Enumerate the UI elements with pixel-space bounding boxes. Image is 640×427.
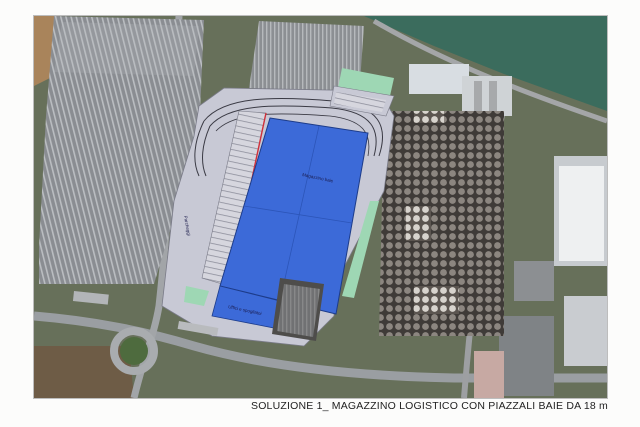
map-sheet: Magazzino baie Uffici e spogliatoi Parch… [0,0,640,427]
aerial-map[interactable]: Magazzino baie Uffici e spogliatoi Parch… [33,15,608,399]
map-caption: SOLUZIONE 1_ MAGAZZINO LOGISTICO CON PIA… [250,400,608,412]
